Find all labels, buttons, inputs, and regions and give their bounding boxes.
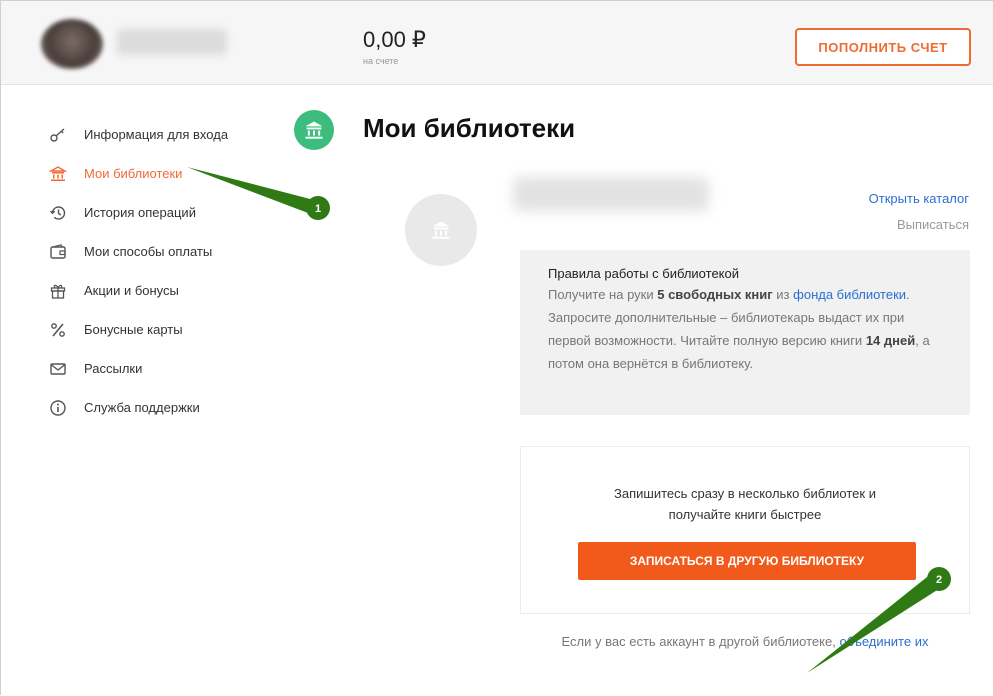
sidebar-item-label: Акции и бонусы — [84, 283, 179, 298]
rules-loan-period: 14 дней — [865, 333, 916, 348]
rules-text-part: из — [772, 287, 794, 302]
annotation-marker-1 — [306, 196, 330, 220]
library-icon — [47, 163, 69, 185]
gift-icon — [47, 280, 69, 302]
sidebar-item-label: Мои библиотеки — [84, 166, 183, 181]
sidebar-item-label: Информация для входа — [84, 127, 229, 142]
library-badge-icon — [294, 110, 334, 150]
page: 0,00 ₽ на счете ПОПОЛНИТЬ СЧЕТ Информаци… — [0, 0, 993, 695]
key-icon — [47, 124, 69, 146]
sidebar-item-payment-methods[interactable]: Мои способы оплаты — [47, 232, 287, 271]
sidebar-item-label: Служба поддержки — [84, 400, 200, 415]
balance-caption: на счете — [363, 56, 399, 66]
balance-amount: 0,00 ₽ — [363, 27, 426, 52]
merge-accounts-text: Если у вас есть аккаунт в другой библиот… — [520, 630, 970, 654]
mail-icon — [47, 358, 69, 380]
library-name-blurred — [513, 177, 709, 211]
sidebar-item-support[interactable]: Служба поддержки — [47, 388, 287, 427]
library-avatar — [405, 194, 477, 266]
wallet-icon — [47, 241, 69, 263]
history-icon — [47, 202, 69, 224]
sidebar-item-label: История операций — [84, 205, 196, 220]
info-icon — [47, 397, 69, 419]
rules-text-part: Получите на руки — [548, 287, 658, 302]
rules-text: Получите на руки 5 свободных книг из фон… — [548, 283, 944, 375]
join-library-text: Запишитесь сразу в несколько библиотек и… — [521, 483, 969, 525]
username-blurred — [117, 29, 227, 55]
topup-button[interactable]: ПОПОЛНИТЬ СЧЕТ — [795, 28, 971, 66]
rules-free-books: 5 свободных книг — [657, 287, 773, 302]
join-text-content: Запишитесь сразу в несколько библиотек и… — [614, 486, 876, 522]
sidebar-item-label: Рассылки — [84, 361, 143, 376]
sidebar-item-label: Мои способы оплаты — [84, 244, 213, 259]
sidebar-item-newsletters[interactable]: Рассылки — [47, 349, 287, 388]
sidebar-item-promotions[interactable]: Акции и бонусы — [47, 271, 287, 310]
page-title: Мои библиотеки — [363, 113, 576, 143]
avatar[interactable] — [41, 19, 103, 69]
open-catalog-link[interactable]: Открыть каталог — [869, 191, 969, 206]
merge-text-content: Если у вас есть аккаунт в другой библиот… — [561, 634, 840, 649]
library-fund-link[interactable]: фонда библиотеки — [793, 287, 906, 302]
merge-accounts-link[interactable]: объедините их — [839, 634, 928, 649]
library-rules-panel: Правила работы с библиотекой Получите на… — [520, 250, 970, 415]
account-header: 0,00 ₽ на счете ПОПОЛНИТЬ СЧЕТ — [1, 1, 993, 85]
join-library-panel: Запишитесь сразу в несколько библиотек и… — [520, 446, 970, 614]
sidebar-nav: Информация для входа Мои библиотеки Исто… — [47, 115, 287, 427]
sidebar-item-bonus-cards[interactable]: Бонусные карты — [47, 310, 287, 349]
percent-icon — [47, 319, 69, 341]
sidebar-item-login-info[interactable]: Информация для входа — [47, 115, 287, 154]
sidebar-item-my-libraries[interactable]: Мои библиотеки — [47, 154, 287, 193]
sidebar-item-history[interactable]: История операций — [47, 193, 287, 232]
unsubscribe-link[interactable]: Выписаться — [897, 217, 969, 232]
join-another-library-button[interactable]: ЗАПИСАТЬСЯ В ДРУГУЮ БИБЛИОТЕКУ — [578, 542, 916, 580]
rules-title: Правила работы с библиотекой — [548, 266, 739, 281]
annotation-label-1: 1 — [315, 203, 321, 215]
sidebar-item-label: Бонусные карты — [84, 322, 183, 337]
